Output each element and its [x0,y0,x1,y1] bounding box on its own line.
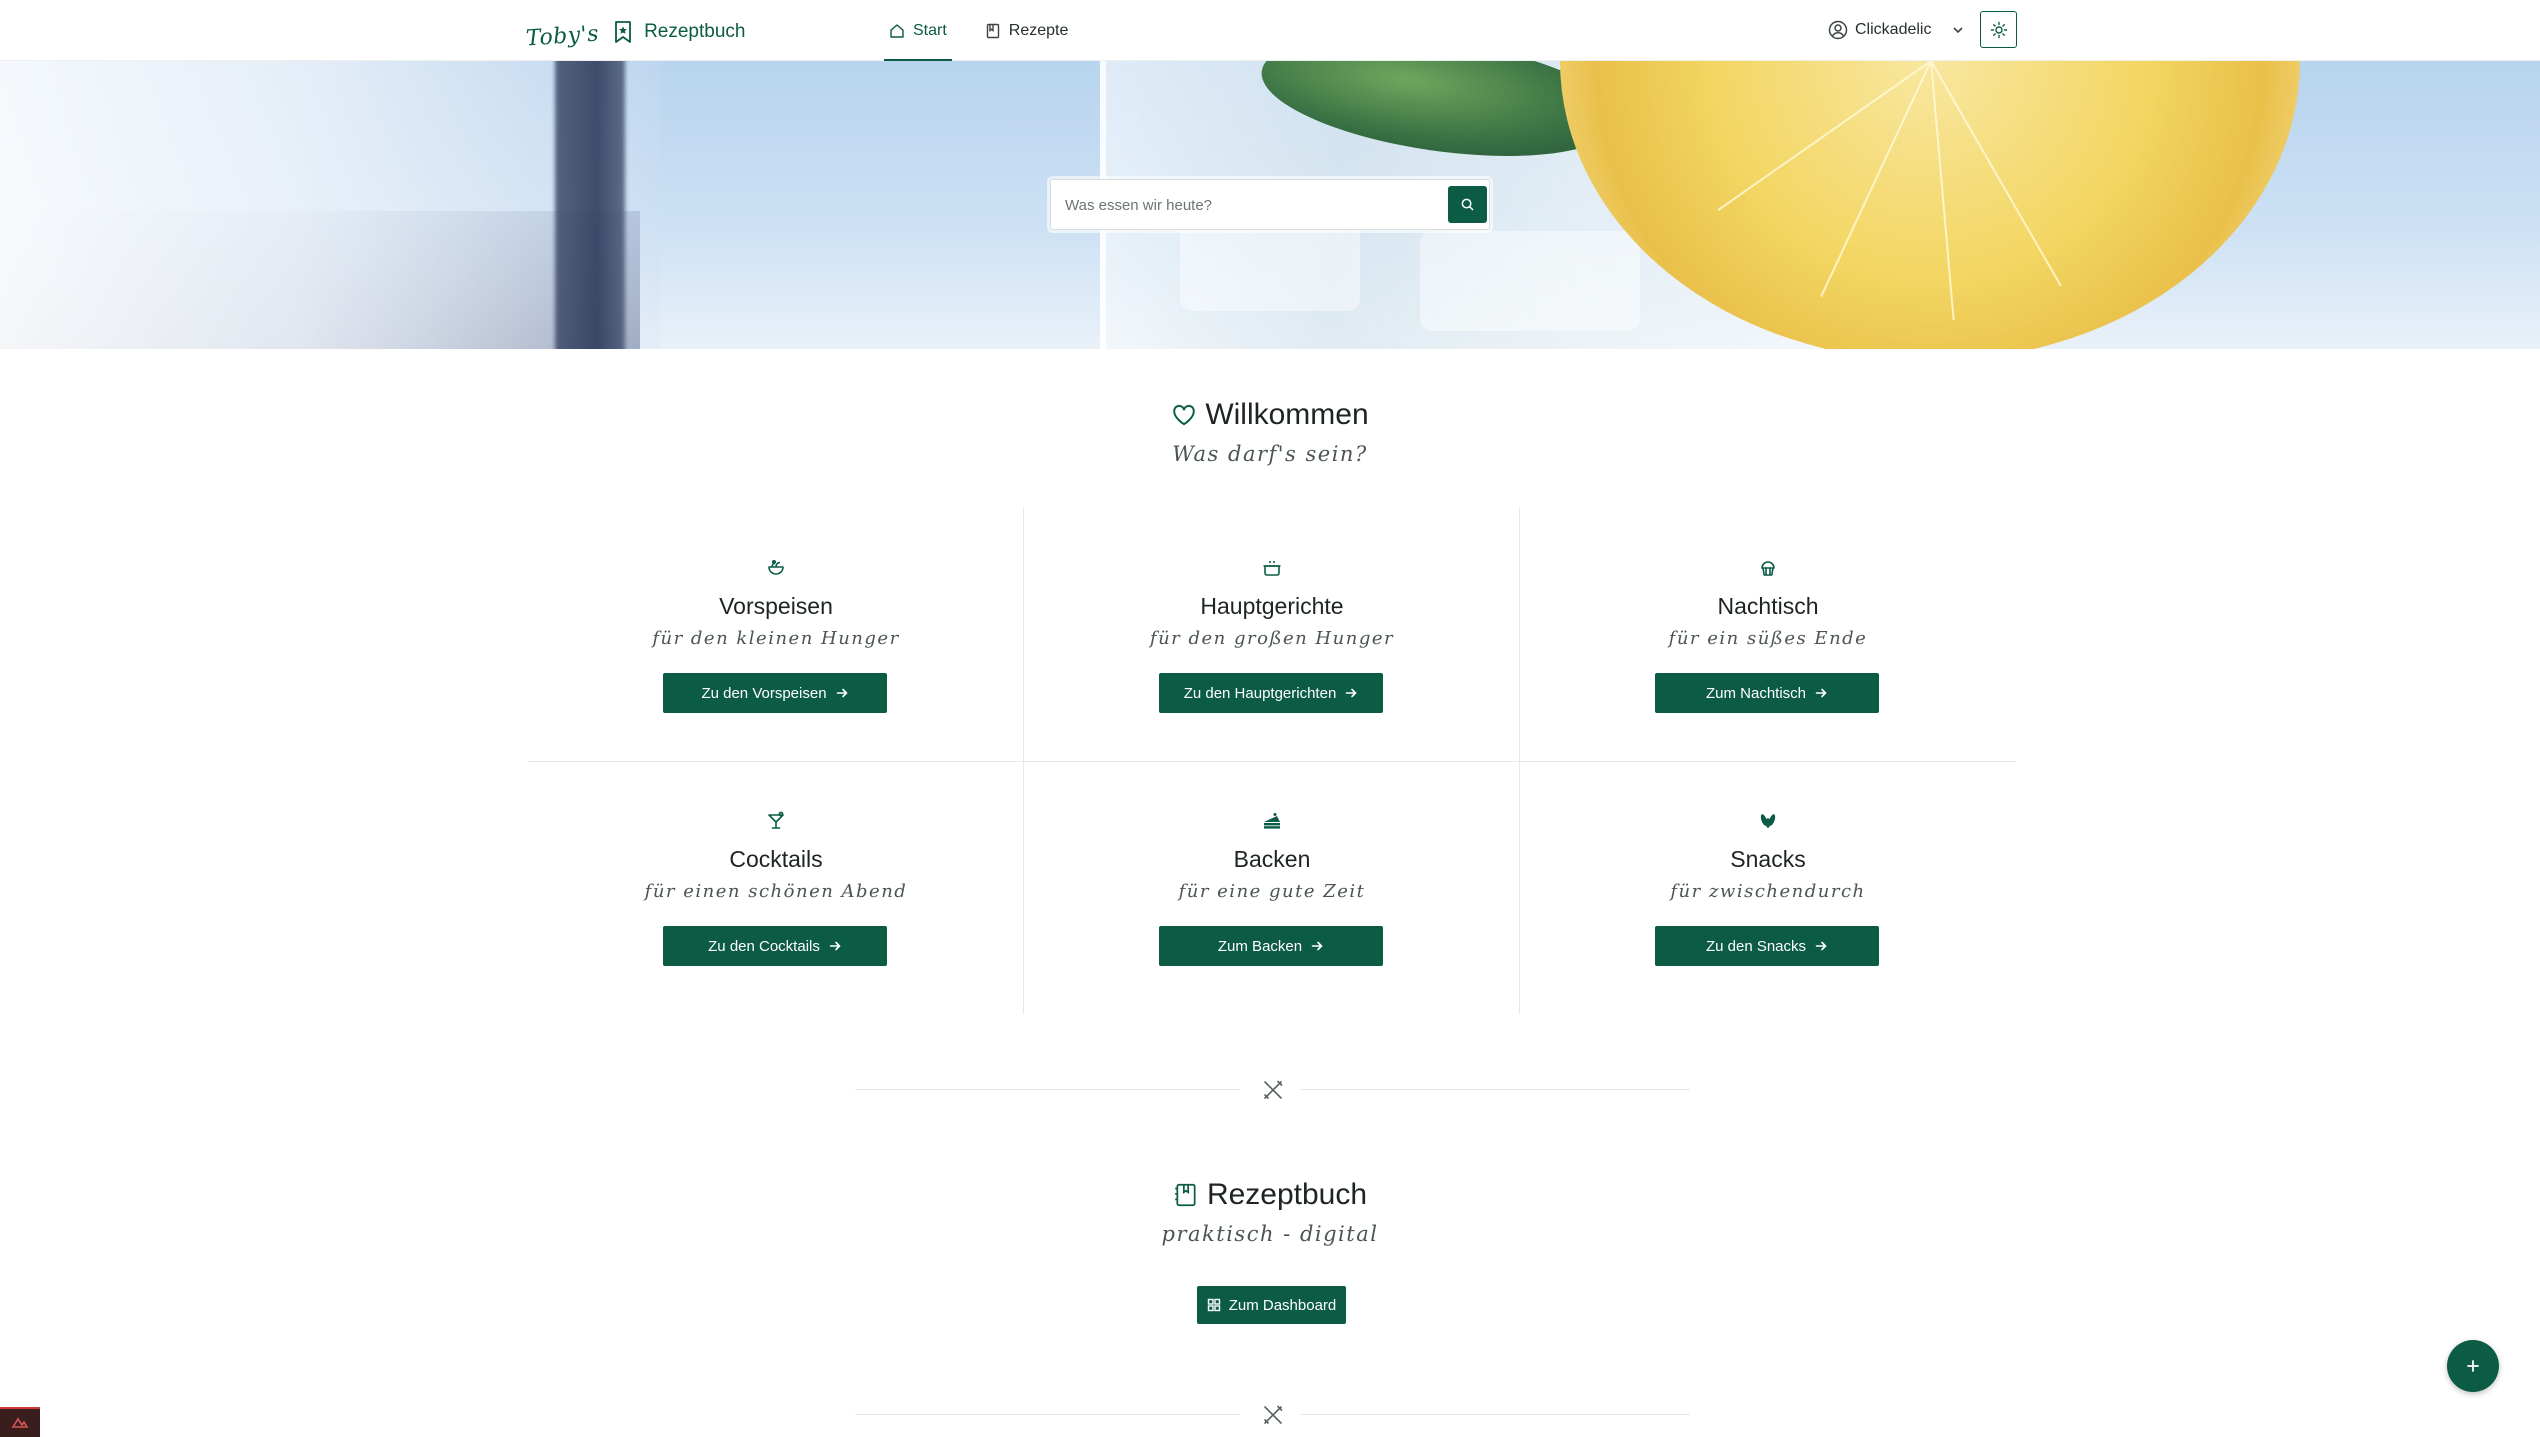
devtools-icon [10,1413,30,1433]
heart-icon [1171,402,1197,428]
category-button-backen[interactable]: Zum Backen [1159,926,1383,966]
category-button-label: Zu den Snacks [1705,937,1807,955]
devtools-badge[interactable] [0,1407,40,1437]
category-button-label: Zu den Hauptgerichten [1183,684,1337,702]
welcome-title: Willkommen [0,398,2540,432]
category-title: Backen [1233,846,1311,872]
category-button-cocktails[interactable]: Zu den Cocktails [663,926,887,966]
category-grid: Vorspeisen für den kleinen Hunger Zu den… [528,508,2016,1014]
arrow-right-icon [828,939,842,953]
muffin-icon [1758,558,1778,578]
category-title: Snacks [1730,846,1806,872]
section-divider [855,1078,1690,1102]
plus-icon [2465,1358,2481,1374]
cocktail-icon [766,811,786,831]
arrow-right-icon [1344,686,1358,700]
sun-icon [1990,21,2008,39]
welcome-subtitle: Was darf's sein? [1172,442,1368,466]
arrow-right-icon [835,686,849,700]
category-button-label: Zu den Cocktails [708,937,820,955]
salad-icon [766,558,786,578]
category-button-vorspeisen[interactable]: Zu den Vorspeisen [663,673,887,713]
brand-name: Rezeptbuch [644,21,746,42]
brand-logo[interactable]: Toby's Rezeptbuch [525,12,746,52]
divider-line [1300,1414,1690,1415]
divider-line [855,1414,1240,1415]
rezeptbuch-title: Rezeptbuch [0,1178,2540,1212]
category-title: Vorspeisen [719,593,833,619]
category-button-label: Zum Backen [1217,937,1303,955]
category-card-backen: Backen für eine gute Zeit Zum Backen [1024,761,1520,1014]
category-subtitle: für einen schönen Abend [644,881,908,902]
category-button-label: Zu den Vorspeisen [701,684,827,702]
chevron-down-icon [1951,23,1965,37]
user-name: Clickadelic [1855,21,1932,38]
category-card-cocktails: Cocktails für einen schönen Abend Zu den… [528,761,1024,1014]
dashboard-button[interactable]: Zum Dashboard [1197,1286,1346,1324]
category-button-nachtisch[interactable]: Zum Nachtisch [1655,673,1879,713]
category-title: Cocktails [729,846,823,872]
book-icon [985,23,1001,39]
category-card-vorspeisen: Vorspeisen für den kleinen Hunger Zu den… [528,508,1024,761]
brand-script-text: Toby's [525,20,600,52]
cutlery-icon [1261,1078,1285,1102]
category-subtitle: für zwischendurch [1670,881,1866,902]
arrow-right-icon [1814,686,1828,700]
nav-item-label: Rezepte [1008,21,1069,39]
category-button-hauptgerichte[interactable]: Zu den Hauptgerichten [1159,673,1383,713]
home-icon [889,23,905,39]
category-subtitle: für den großen Hunger [1149,628,1395,649]
rezeptbuch-title-text: Rezeptbuch [1206,1178,1368,1211]
section-divider [855,1403,1690,1427]
search-bar [1050,179,1490,230]
top-navbar: Toby's Rezeptbuch Start Rezepte Clickade… [0,0,2540,61]
category-button-snacks[interactable]: Zu den Snacks [1655,926,1879,966]
category-button-label: Zum Nachtisch [1705,684,1807,702]
nuts-icon [1758,811,1778,831]
bookmark-icon [611,20,635,44]
cutlery-icon [1261,1403,1285,1427]
pot-icon [1262,558,1282,578]
hero-ice-cube [1420,231,1640,331]
hero-background-post [555,61,625,349]
main-nav: Start Rezepte [884,0,1101,61]
nav-item-label: Start [913,21,947,39]
dashboard-icon [1207,1298,1221,1312]
welcome-title-text: Willkommen [1205,398,1369,431]
category-title: Hauptgerichte [1200,593,1344,619]
arrow-right-icon [1310,939,1324,953]
theme-toggle-button[interactable] [1980,11,2017,48]
category-subtitle: für eine gute Zeit [1178,881,1366,902]
user-menu[interactable]: Clickadelic [1828,15,1965,45]
divider-line [855,1089,1240,1090]
nav-item-start[interactable]: Start [884,0,952,61]
book-icon [1173,1182,1199,1208]
divider-line [1300,1089,1690,1090]
category-subtitle: für den kleinen Hunger [652,628,900,649]
category-card-snacks: Snacks für zwischendurch Zu den Snacks [1520,761,2016,1014]
search-icon [1460,197,1475,212]
search-button[interactable] [1448,186,1487,223]
cake-icon [1262,811,1282,831]
category-card-hauptgerichte: Hauptgerichte für den großen Hunger Zu d… [1024,508,1520,761]
user-avatar-icon [1828,20,1848,40]
category-title: Nachtisch [1717,593,1819,619]
category-subtitle: für ein süßes Ende [1668,628,1868,649]
nav-item-rezepte[interactable]: Rezepte [980,0,1074,61]
arrow-right-icon [1814,939,1828,953]
category-card-nachtisch: Nachtisch für ein süßes Ende Zum Nachtis… [1520,508,2016,761]
add-recipe-button[interactable] [2447,1340,2499,1392]
dashboard-button-label: Zum Dashboard [1228,1296,1337,1314]
search-input[interactable] [1063,189,1433,221]
rezeptbuch-subtitle: praktisch - digital [1161,1222,1379,1246]
